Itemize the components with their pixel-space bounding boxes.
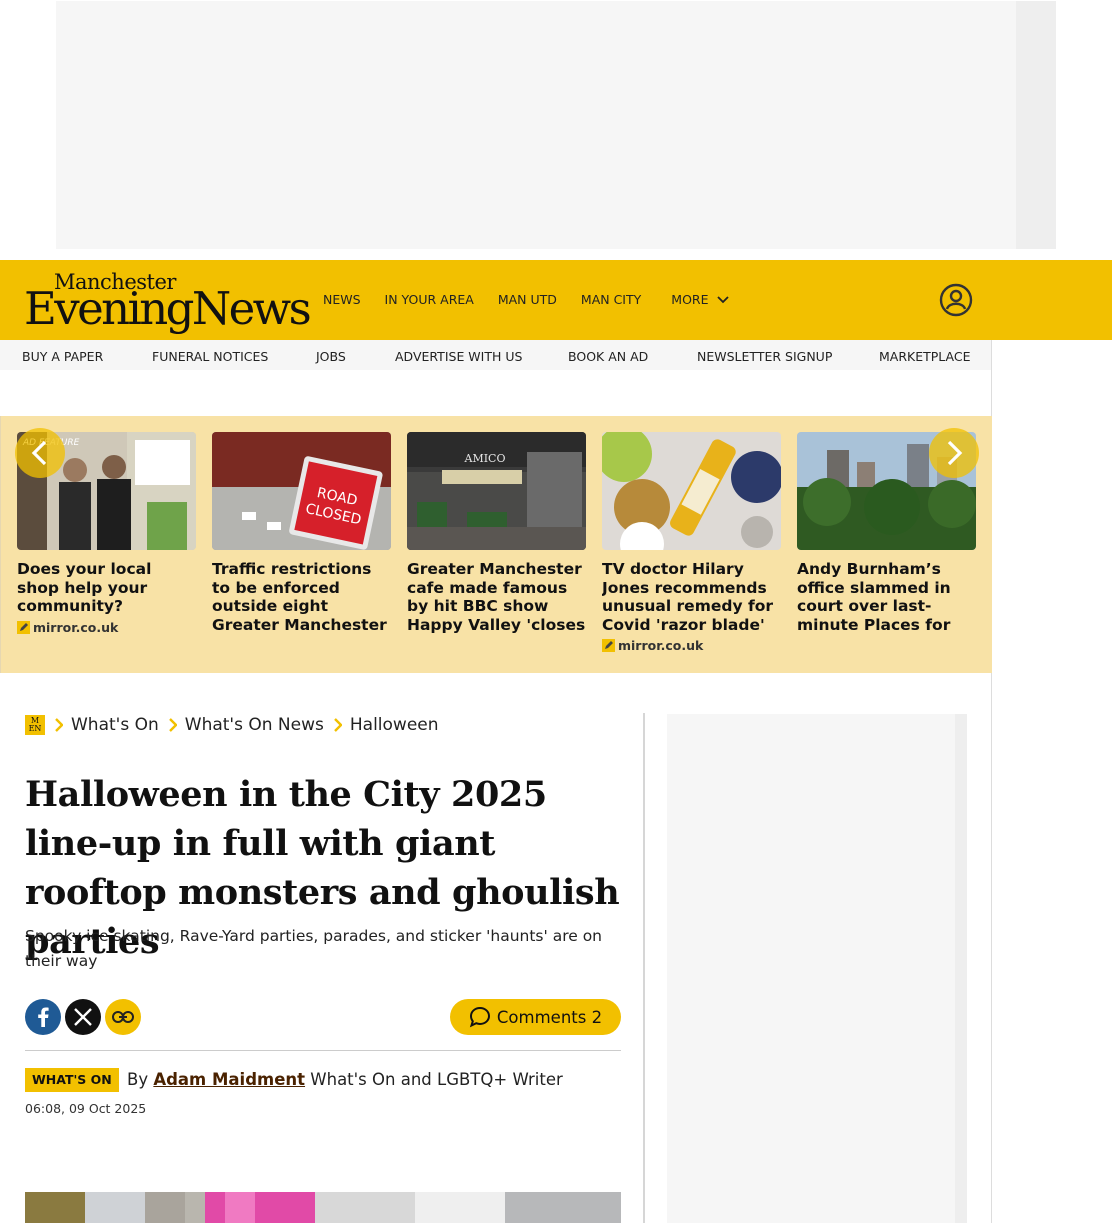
nav-item-in-your-area[interactable]: IN YOUR AREA bbox=[385, 292, 474, 307]
carousel-card[interactable]: TV doctor Hilary Jones recommends unusua… bbox=[602, 432, 781, 653]
sponsored-icon bbox=[602, 639, 615, 652]
sponsored-icon bbox=[17, 620, 30, 634]
site-logo[interactable]: Manchester EveningNews bbox=[24, 270, 312, 334]
subnav-jobs[interactable]: JOBS bbox=[316, 349, 346, 364]
chevron-right-icon bbox=[55, 718, 63, 732]
masthead: Manchester EveningNews NEWS IN YOUR AREA… bbox=[0, 260, 1112, 340]
breadcrumb: M EN What's On What's On News Halloween bbox=[25, 713, 439, 737]
breadcrumb-halloween[interactable]: Halloween bbox=[350, 715, 439, 735]
subnav-funeral-notices[interactable]: FUNERAL NOTICES bbox=[152, 349, 268, 364]
breadcrumb-whats-on[interactable]: What's On bbox=[71, 715, 159, 735]
hero-image bbox=[25, 1192, 621, 1223]
card-thumbnail: ROAD CLOSED bbox=[212, 432, 391, 550]
card-source-label: mirror.co.uk bbox=[618, 638, 704, 653]
share-facebook-button[interactable] bbox=[25, 999, 61, 1035]
nav-item-man-city[interactable]: MAN CITY bbox=[581, 292, 641, 307]
carousel-next-button[interactable] bbox=[929, 428, 979, 478]
nav-item-man-utd[interactable]: MAN UTD bbox=[498, 292, 557, 307]
card-headline: Traffic restrictions to be enforced outs… bbox=[212, 560, 387, 634]
chevron-down-icon bbox=[716, 295, 729, 303]
breadcrumb-whats-on-news[interactable]: What's On News bbox=[185, 715, 324, 735]
nav-item-news[interactable]: NEWS bbox=[323, 292, 361, 307]
chevron-left-icon bbox=[31, 440, 47, 466]
share-x-button[interactable] bbox=[65, 999, 101, 1035]
x-icon bbox=[74, 1008, 92, 1026]
card-source-label: mirror.co.uk bbox=[33, 619, 119, 635]
section-tag[interactable]: WHAT'S ON bbox=[25, 1068, 119, 1092]
article-standfirst: Spooky ice skating, Rave-Yard parties, p… bbox=[25, 927, 602, 970]
logo-line-2: EveningNews bbox=[24, 282, 312, 335]
chevron-right-icon bbox=[947, 440, 963, 466]
card-thumbnail bbox=[602, 432, 781, 550]
top-ad-slot bbox=[56, 1, 1056, 249]
sidebar-ad-slot bbox=[667, 714, 967, 1223]
promo-carousel: AD FEATURE Does your local shop help you… bbox=[0, 416, 992, 673]
subnav-buy-a-paper[interactable]: BUY A PAPER bbox=[22, 349, 103, 364]
byline: By Adam Maidment What's On and LGBTQ+ Wr… bbox=[127, 1070, 563, 1089]
comments-label: Comments bbox=[496, 1007, 587, 1027]
author-link[interactable]: Adam Maidment bbox=[153, 1070, 305, 1089]
sidebar-ad-scrollbar[interactable] bbox=[955, 714, 967, 1223]
byline-divider bbox=[25, 1050, 621, 1051]
carousel-prev-button[interactable] bbox=[15, 428, 65, 478]
copy-link-button[interactable] bbox=[105, 999, 141, 1035]
secondary-nav: BUY A PAPER FUNERAL NOTICES JOBS ADVERTI… bbox=[0, 340, 992, 370]
byline-by: By bbox=[127, 1070, 149, 1089]
comments-count: 2 bbox=[591, 1007, 603, 1027]
carousel-card[interactable]: AMICO Greater Manchester cafe made famou… bbox=[407, 432, 586, 634]
author-role: What's On and LGBTQ+ Writer bbox=[310, 1070, 563, 1089]
main-nav: NEWS IN YOUR AREA MAN UTD MAN CITY MORE bbox=[323, 292, 753, 307]
svg-text:AMICO: AMICO bbox=[464, 452, 506, 465]
copy-link-icon bbox=[112, 1011, 134, 1023]
card-source: mirror.co.uk bbox=[602, 638, 781, 653]
card-thumbnail: AMICO bbox=[407, 432, 586, 550]
subnav-marketplace[interactable]: MARKETPLACE bbox=[879, 349, 971, 364]
subnav-advertise[interactable]: ADVERTISE WITH US bbox=[395, 349, 522, 364]
chevron-right-icon bbox=[168, 718, 177, 732]
account-icon[interactable] bbox=[939, 283, 973, 317]
comments-button[interactable]: Comments 2 bbox=[450, 999, 621, 1035]
chevron-right-icon bbox=[334, 718, 342, 732]
card-source: mirror.co.uk bbox=[17, 620, 196, 635]
home-logo-bottom: EN bbox=[28, 724, 42, 733]
ad-scrollbar[interactable] bbox=[1016, 1, 1056, 249]
subnav-book-an-ad[interactable]: BOOK AN AD bbox=[568, 349, 648, 364]
carousel-card[interactable]: ROAD CLOSED Traffic restrictions to be en… bbox=[212, 432, 391, 634]
facebook-icon bbox=[38, 1007, 49, 1027]
subnav-newsletter-signup[interactable]: NEWSLETTER SIGNUP bbox=[697, 349, 832, 364]
nav-more-button[interactable]: MORE bbox=[671, 292, 729, 307]
column-divider bbox=[643, 713, 645, 1223]
card-headline: Greater Manchester cafe made famous by h… bbox=[407, 560, 586, 634]
card-headline: Andy Burnham’s office slammed in court o… bbox=[797, 560, 951, 634]
card-headline: TV doctor Hilary Jones recommends unusua… bbox=[602, 560, 773, 634]
card-headline: Does your local shop help your community… bbox=[17, 560, 152, 615]
breadcrumb-home[interactable]: M EN bbox=[25, 715, 45, 735]
comment-icon bbox=[469, 1006, 490, 1028]
publish-date: 06:08, 09 Oct 2025 bbox=[25, 1101, 147, 1116]
nav-more-label: MORE bbox=[671, 292, 709, 307]
